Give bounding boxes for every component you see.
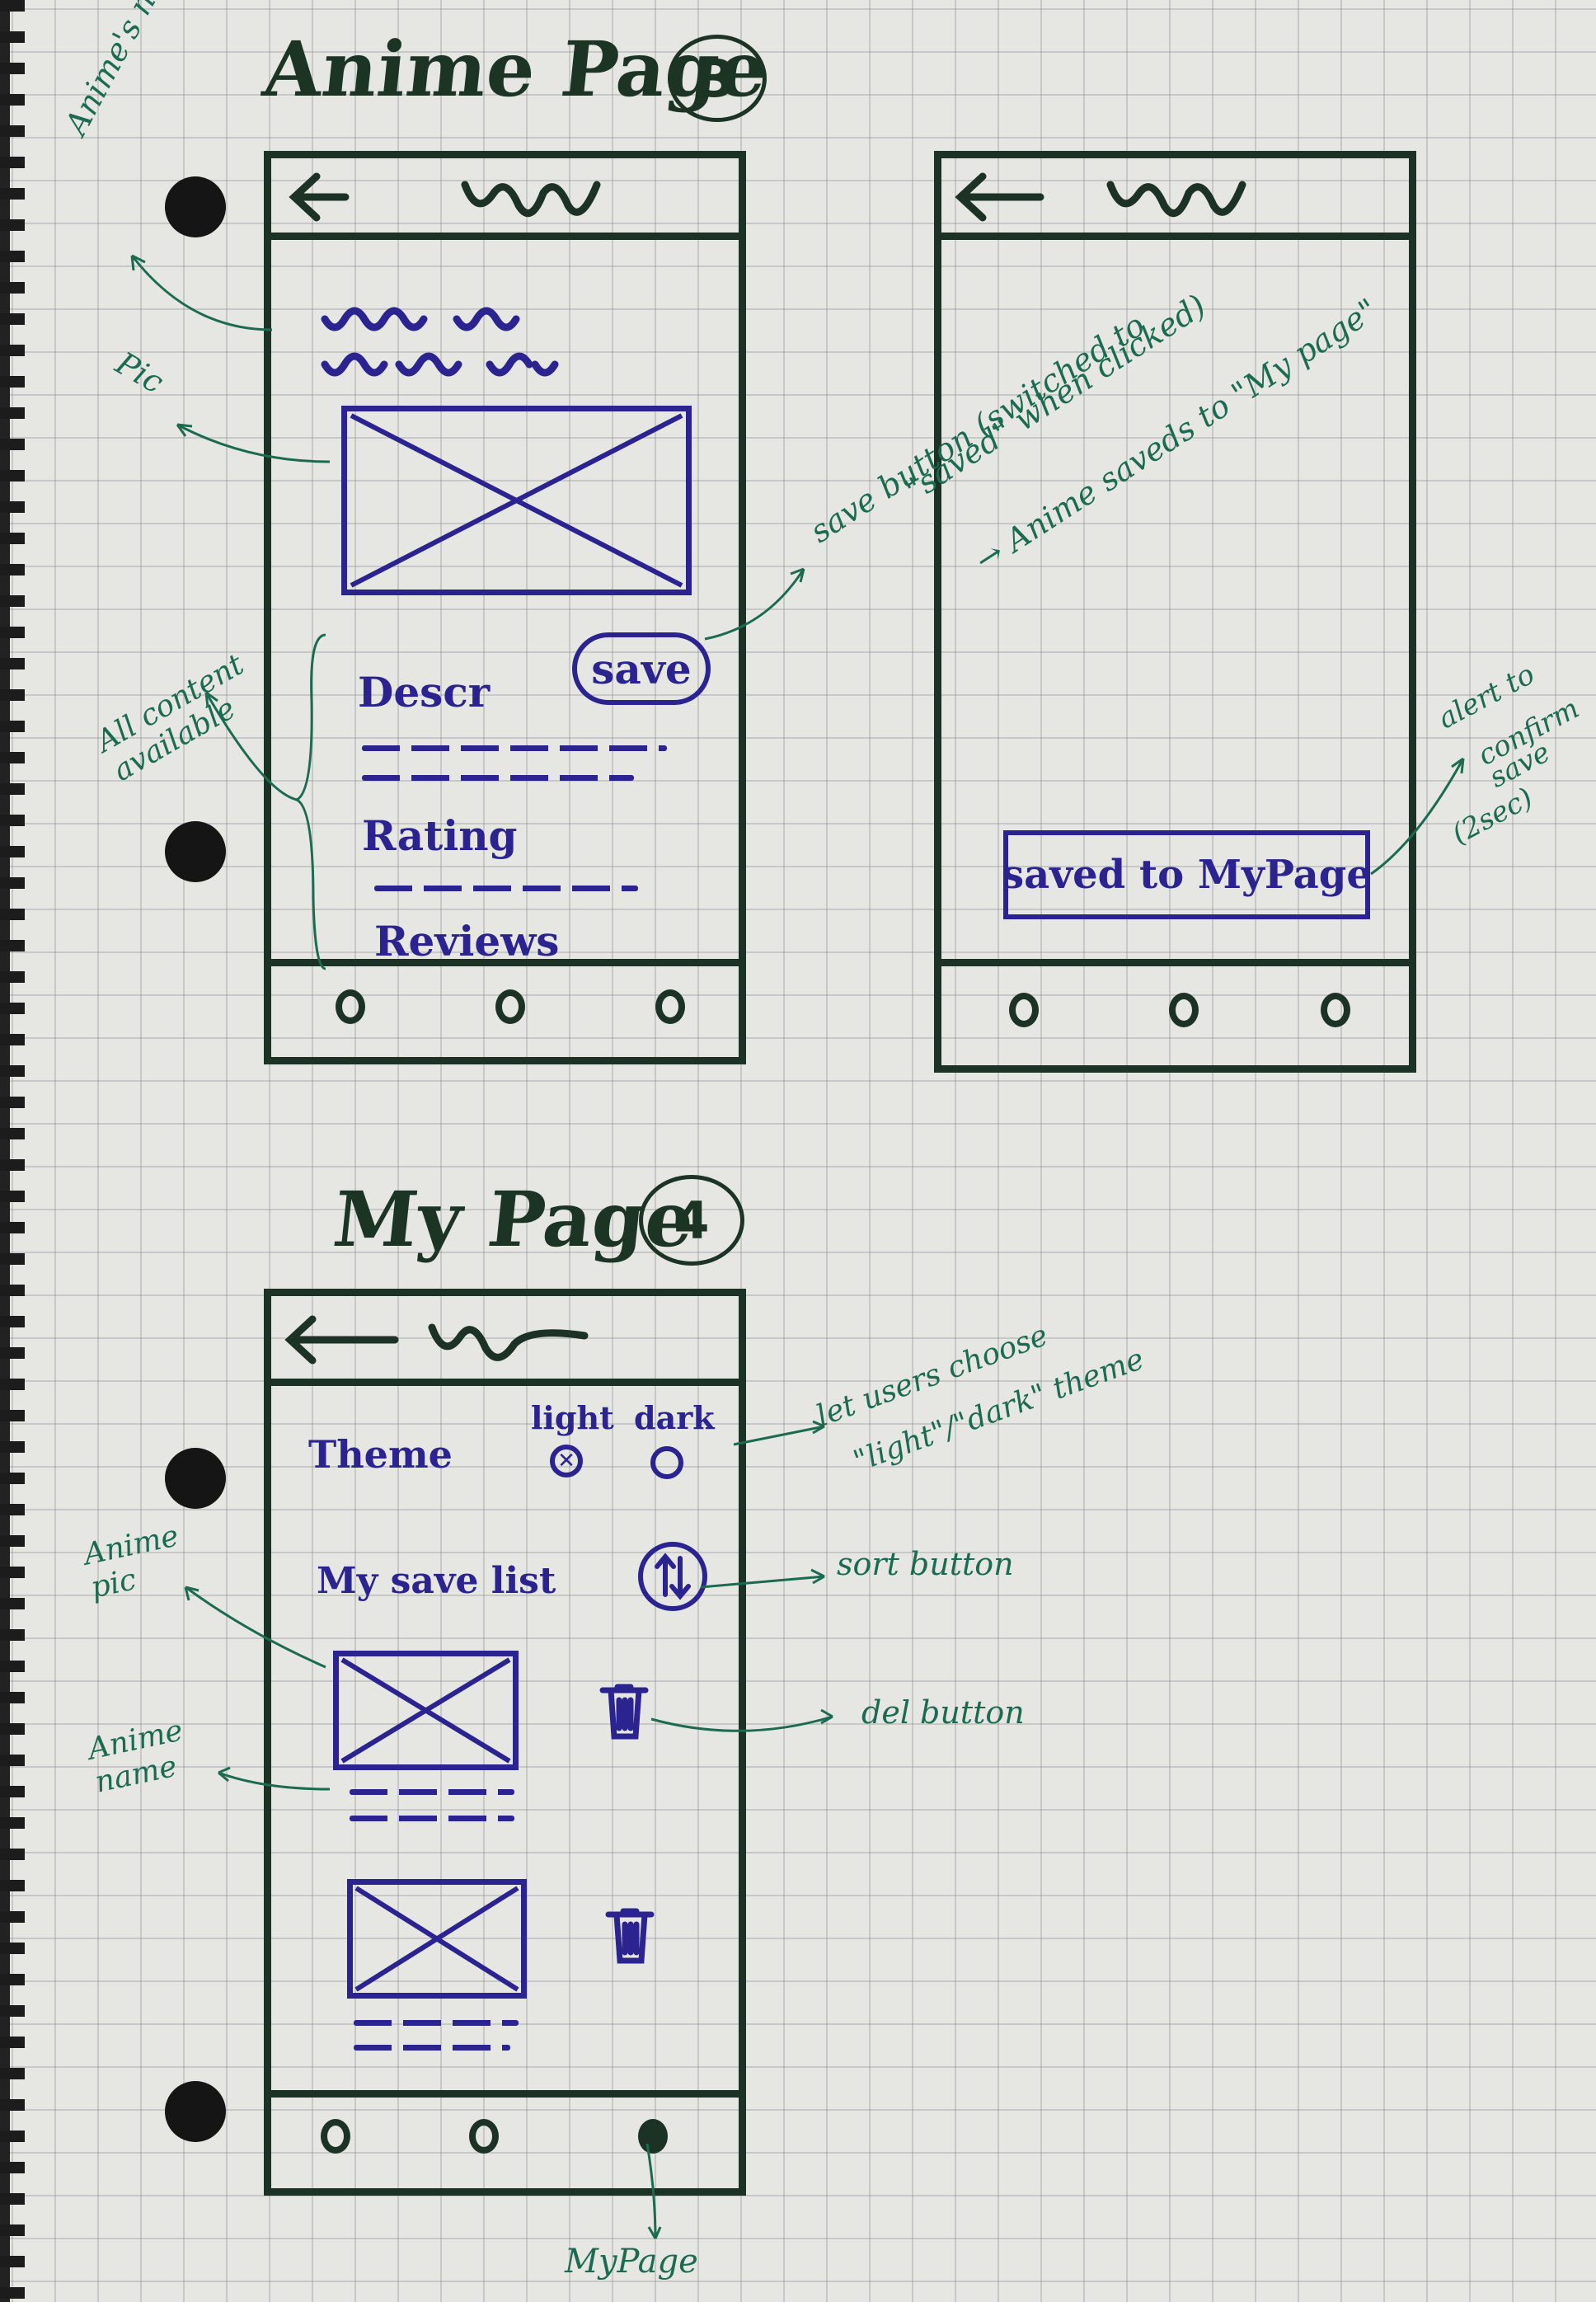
- punch-hole: [165, 821, 226, 882]
- saved-alert-toast: saved to MyPage: [1002, 830, 1372, 919]
- trash-icon[interactable]: [605, 1906, 655, 1966]
- app-title-scribble: [461, 181, 601, 217]
- nav-circle-icon[interactable]: [1009, 993, 1039, 1027]
- saved-anime-name-line: [350, 1816, 514, 1821]
- rating-heading: Rating: [362, 811, 518, 860]
- nav-circle-icon[interactable]: [495, 989, 525, 1024]
- light-theme-radio-checked[interactable]: ✕: [550, 1445, 583, 1478]
- image-cross-icon: [354, 1886, 519, 1992]
- note-mypage: MyPage: [565, 2243, 698, 2281]
- bottom-nav-bar: [271, 2090, 739, 2188]
- nav-circle-icon[interactable]: [655, 989, 685, 1024]
- app-header: [271, 158, 739, 240]
- saved-anime-image[interactable]: [333, 1651, 519, 1770]
- anime-image-placeholder: [341, 406, 692, 595]
- note-pic: Pic: [109, 345, 171, 401]
- saved-anime-name-line: [354, 2020, 519, 2026]
- punch-hole: [165, 2081, 226, 2142]
- description-text-line: [362, 775, 634, 781]
- description-text-line: [362, 745, 667, 751]
- save-button-label: save: [591, 644, 692, 693]
- image-cross-icon: [340, 1657, 511, 1764]
- nav-circle-icon[interactable]: [321, 2119, 350, 2154]
- saved-anime-name-line: [354, 2045, 510, 2051]
- back-arrow-icon[interactable]: [950, 168, 1049, 226]
- note-sort-button: sort button: [837, 1546, 1014, 1582]
- app-title-scribble: [1106, 181, 1246, 217]
- rating-text-line: [374, 886, 638, 891]
- app-header: [271, 1296, 739, 1386]
- my-page-number: 4: [639, 1175, 744, 1266]
- phone-frame-anime-page: save Descr Rating Reviews: [264, 151, 746, 1064]
- description-heading: Descr: [358, 668, 491, 716]
- phone-frame-saved-state: saved to MyPage: [934, 151, 1416, 1073]
- phone-frame-my-page: Theme light dark ✕ My save list: [264, 1289, 746, 2196]
- nav-circle-icon[interactable]: [1321, 993, 1350, 1027]
- saved-anime-image[interactable]: [347, 1879, 527, 1999]
- saved-anime-name-line: [350, 1789, 514, 1795]
- back-arrow-icon[interactable]: [288, 168, 486, 226]
- note-anime-name: Anime's name: [58, 0, 195, 141]
- note-alert-4: (2sec): [1446, 781, 1539, 852]
- trash-icon[interactable]: [599, 1682, 649, 1741]
- nav-circle-icon[interactable]: [469, 2119, 499, 2154]
- dark-option-label: dark: [634, 1399, 715, 1436]
- image-cross-icon: [350, 413, 683, 588]
- nav-circle-icon[interactable]: [1169, 993, 1199, 1027]
- sort-arrows-icon[interactable]: [638, 1542, 707, 1611]
- note-anime-pic: Anime pic: [81, 1519, 182, 1605]
- app-title-scribble: [428, 1323, 589, 1361]
- back-arrow-icon[interactable]: [279, 1311, 411, 1369]
- bottom-nav-bar: [941, 959, 1409, 1065]
- anime-page-number: 3: [668, 35, 767, 122]
- punch-hole: [165, 176, 226, 237]
- spiral-binding: [0, 0, 25, 2302]
- light-option-label: light: [531, 1399, 614, 1436]
- nav-circle-icon[interactable]: [336, 989, 365, 1024]
- app-header: [941, 158, 1409, 240]
- save-list-heading: My save list: [317, 1560, 556, 1602]
- saved-alert-text: saved to MyPage: [1002, 852, 1372, 898]
- dark-theme-radio[interactable]: [650, 1446, 683, 1479]
- theme-label: Theme: [308, 1432, 453, 1477]
- punch-hole: [165, 1448, 226, 1509]
- nav-mypage-active-icon[interactable]: [638, 2119, 668, 2154]
- save-button[interactable]: save: [572, 632, 711, 705]
- note-del-button: del button: [861, 1694, 1025, 1731]
- note-anime-name-list: Anime name: [85, 1713, 186, 1800]
- sort-icon-glyph: [655, 1553, 691, 1600]
- bottom-nav-bar: [271, 959, 739, 1057]
- anime-name-placeholder: [321, 307, 559, 377]
